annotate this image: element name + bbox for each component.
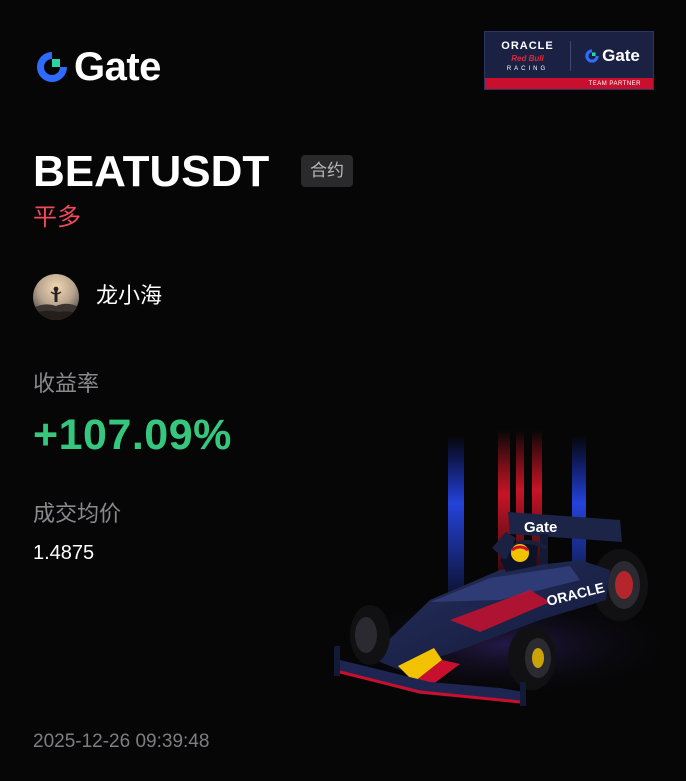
contract-tag: 合约 [301, 155, 353, 187]
team-line2: Red Bull [511, 53, 544, 63]
gate-small-logo-icon [585, 49, 599, 63]
share-timestamp: 2025-12-26 09:39:48 [33, 731, 210, 752]
yield-label: 收益率 [33, 371, 100, 396]
team-line1: ORACLE [501, 39, 554, 52]
share-card: Gate ORACLE Red Bull RACING Gate TEAM PA… [0, 0, 686, 781]
f1-car-icon: Gate ORACLE [325, 430, 685, 706]
partner-brand-logo: Gate [571, 46, 653, 66]
svg-text:Gate: Gate [524, 519, 557, 536]
avg-price-value: 1.4875 [33, 542, 95, 564]
gate-logo-icon [37, 52, 67, 82]
avg-price-label: 成交均价 [33, 501, 122, 526]
user-avatar [33, 274, 79, 320]
user-name: 龙小海 [96, 283, 163, 308]
brand-logo: Gate [34, 46, 161, 88]
position-side: 平多 [33, 204, 81, 231]
team-logo: ORACLE Red Bull RACING [485, 32, 570, 80]
team-line3: RACING [506, 65, 549, 72]
trading-pair-symbol: BEATUSDT [33, 147, 270, 196]
partner-footer: TEAM PARTNER [485, 78, 653, 89]
yield-value: +107.09% [33, 411, 232, 459]
partner-badge: ORACLE Red Bull RACING Gate TEAM PARTNER [484, 31, 654, 90]
avatar-photo-icon [33, 274, 79, 320]
brand-name: Gate [74, 45, 161, 89]
partner-brand-name: Gate [602, 46, 640, 65]
